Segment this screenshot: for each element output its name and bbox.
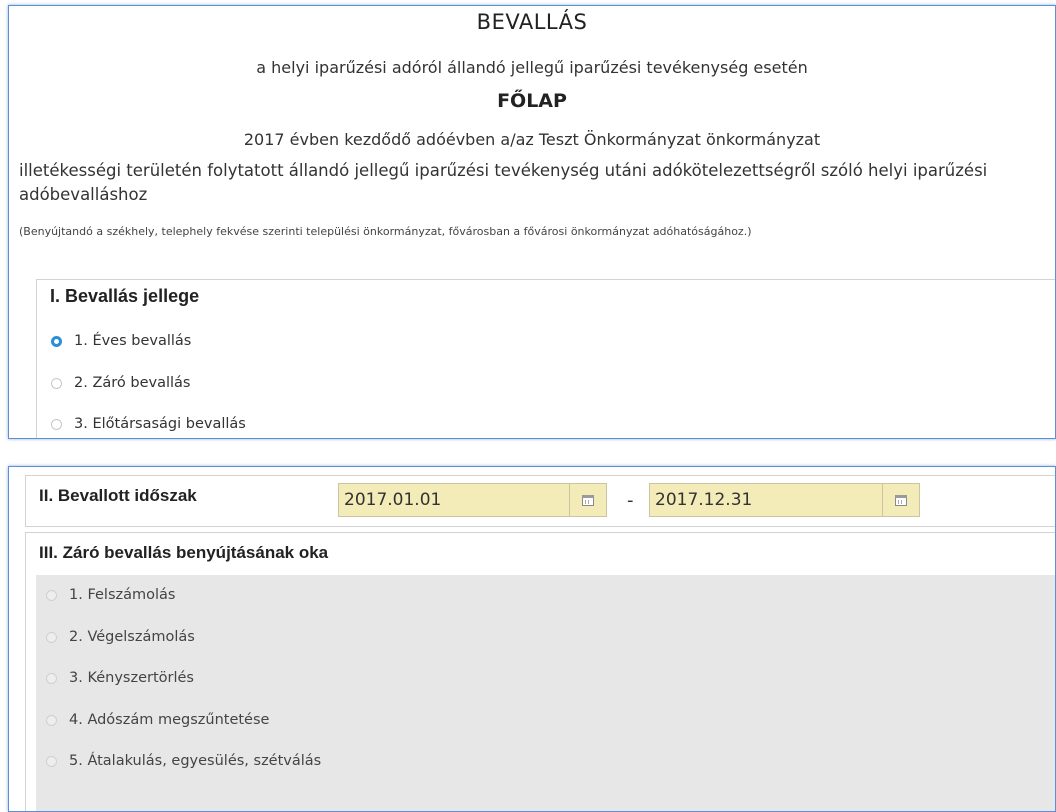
year-line: 2017 évben kezdődő adóévben a/az Teszt Ö… (243, 130, 821, 149)
radio-label: 3. Előtársasági bevallás (74, 416, 246, 432)
period-to-calendar-button[interactable] (882, 483, 920, 517)
section-title: II. Bevallott időszak (39, 486, 197, 505)
radio-option-transformation[interactable]: 5. Átalakulás, egyesülés, szétválás (46, 753, 321, 769)
radio-label: 2. Végelszámolás (69, 629, 195, 645)
radio-label: 5. Átalakulás, egyesülés, szétválás (69, 753, 322, 769)
section-closing-reason: III. Záró bevallás benyújtásának oka 1. … (25, 532, 1055, 811)
radio-option-pre-company[interactable]: 3. Előtársasági bevallás (51, 416, 246, 432)
radio-unchecked-icon[interactable] (51, 377, 62, 389)
section-period: II. Bevallott időszak 2017.01.01 - 2017.… (25, 475, 1055, 527)
closing-reason-options: 1. Felszámolás 2. Végelszámolás 3. Kénys… (36, 575, 1055, 811)
radio-unchecked-icon[interactable] (46, 714, 57, 726)
radio-checked-icon[interactable] (51, 335, 62, 347)
form-header-panel: BEVALLÁS a helyi iparűzési adóról álland… (8, 5, 1056, 439)
section-title: III. Záró bevallás benyújtásának oka (39, 543, 329, 562)
radio-option-tax-number-termination[interactable]: 4. Adószám megszűntetése (46, 712, 269, 728)
radio-label: 3. Kényszertörlés (69, 670, 194, 686)
description-text: illetékességi területén folytatott állan… (19, 161, 988, 204)
calendar-icon (895, 494, 907, 506)
sheet-title: FŐLAP (497, 90, 567, 112)
calendar-icon (582, 494, 594, 506)
radio-unchecked-icon[interactable] (51, 418, 62, 430)
page-title: BEVALLÁS (476, 10, 588, 34)
period-from-input[interactable]: 2017.01.01 (338, 483, 570, 517)
form-period-panel: II. Bevallott időszak 2017.01.01 - 2017.… (8, 466, 1056, 812)
submission-note: (Benyújtandó a székhely, telephely fekvé… (19, 225, 752, 238)
radio-label: 4. Adószám megszűntetése (69, 712, 270, 728)
radio-label: 2. Záró bevallás (74, 375, 191, 391)
page-subtitle: a helyi iparűzési adóról állandó jellegű… (256, 58, 808, 77)
radio-unchecked-icon[interactable] (46, 631, 57, 643)
date-separator: - (627, 490, 634, 511)
radio-option-annual[interactable]: 1. Éves bevallás (51, 333, 191, 349)
section-declaration-type: I. Bevallás jellege 1. Éves bevallás 2. … (36, 279, 1055, 438)
radio-option-forced-deletion[interactable]: 3. Kényszertörlés (46, 670, 194, 686)
radio-label: 1. Felszámolás (69, 587, 176, 603)
radio-unchecked-icon[interactable] (46, 755, 57, 767)
radio-unchecked-icon[interactable] (46, 589, 57, 601)
period-from-calendar-button[interactable] (569, 483, 607, 517)
radio-option-liquidation[interactable]: 1. Felszámolás (46, 587, 175, 603)
period-to-input[interactable]: 2017.12.31 (649, 483, 883, 517)
radio-unchecked-icon[interactable] (46, 672, 57, 684)
radio-option-closing[interactable]: 2. Záró bevallás (51, 375, 190, 391)
section-title: I. Bevallás jellege (50, 286, 200, 306)
radio-option-voluntary-liquidation[interactable]: 2. Végelszámolás (46, 629, 195, 645)
radio-label: 1. Éves bevallás (74, 333, 192, 349)
